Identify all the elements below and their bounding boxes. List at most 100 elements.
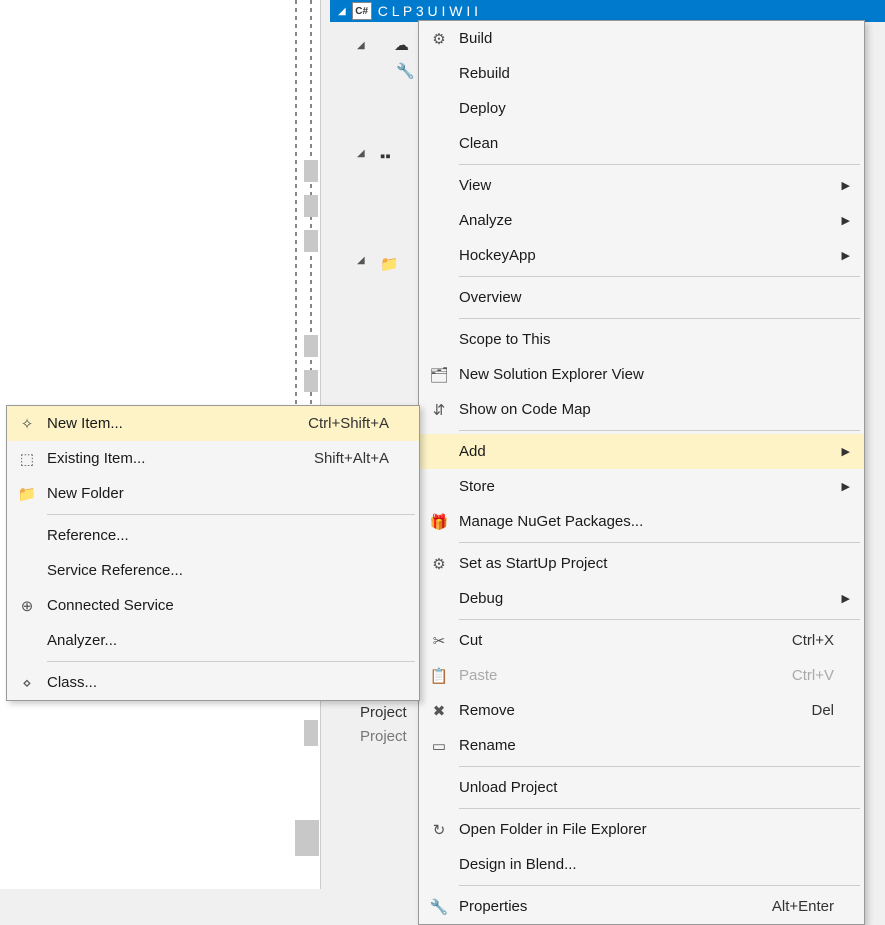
submenu-arrow-icon: ▶: [834, 480, 850, 493]
menu-separator: [459, 276, 860, 277]
menu-item[interactable]: ⋄Class...: [7, 665, 419, 700]
tree-decoration: [304, 195, 318, 217]
menu-item[interactable]: 🗂New Solution Explorer View: [419, 357, 864, 392]
menu-item[interactable]: Analyze▶: [419, 203, 864, 238]
menu-item[interactable]: ⚙Set as StartUp Project: [419, 546, 864, 581]
cut-icon: ✂: [419, 632, 459, 650]
submenu-arrow-icon: ▶: [834, 179, 850, 192]
tree-expander[interactable]: ◢: [357, 148, 365, 159]
menu-label: Connected Service: [47, 597, 389, 614]
expander-icon[interactable]: ◢: [338, 6, 346, 17]
menu-item[interactable]: Clean: [419, 126, 864, 161]
menu-item[interactable]: Unload Project: [419, 770, 864, 805]
menu-item[interactable]: ⬚Existing Item...Shift+Alt+A: [7, 441, 419, 476]
menu-item[interactable]: 📁New Folder: [7, 476, 419, 511]
menu-item[interactable]: ⇵Show on Code Map: [419, 392, 864, 427]
menu-shortcut: Del: [811, 702, 834, 719]
connected-service-icon: ⊕: [7, 597, 47, 615]
menu-separator: [459, 164, 860, 165]
menu-item[interactable]: Overview: [419, 280, 864, 315]
build-icon: ⚙: [419, 30, 459, 48]
menu-item[interactable]: Debug▶: [419, 581, 864, 616]
new-folder-icon: 📁: [7, 485, 47, 503]
menu-item[interactable]: View▶: [419, 168, 864, 203]
menu-shortcut: Alt+Enter: [772, 898, 834, 915]
menu-label: Rebuild: [459, 65, 834, 82]
open-folder-icon: ↻: [419, 821, 459, 839]
add-submenu: ✧New Item...Ctrl+Shift+A⬚Existing Item..…: [6, 405, 420, 701]
menu-item[interactable]: Store▶: [419, 469, 864, 504]
title-text: C L P 3 U I W I I: [378, 3, 478, 19]
menu-item[interactable]: Rebuild: [419, 56, 864, 91]
rename-icon: ▭: [419, 737, 459, 755]
menu-item[interactable]: Scope to This: [419, 322, 864, 357]
tree-expander[interactable]: ◢: [357, 40, 365, 51]
menu-label: Scope to This: [459, 331, 834, 348]
menu-separator: [459, 430, 860, 431]
gear-icon: ⚙: [419, 555, 459, 573]
menu-item[interactable]: 🔧Properties Alt+Enter: [419, 889, 864, 924]
menu-label: New Item...: [47, 415, 284, 432]
new-view-icon: 🗂: [419, 366, 459, 384]
menu-label: Debug: [459, 590, 834, 607]
menu-label: Properties: [459, 898, 748, 915]
paste-icon: 📋: [419, 667, 459, 685]
project-label-dim: Project: [360, 728, 407, 745]
menu-item[interactable]: Analyzer...: [7, 623, 419, 658]
reference-icon: ▪▪: [380, 148, 391, 165]
menu-item[interactable]: ✖Remove Del: [419, 693, 864, 728]
project-context-menu: ⚙BuildRebuildDeployCleanView▶Analyze▶Hoc…: [418, 20, 865, 925]
menu-item[interactable]: ✧New Item...Ctrl+Shift+A: [7, 406, 419, 441]
menu-item[interactable]: Add▶: [419, 434, 864, 469]
menu-separator: [459, 542, 860, 543]
menu-item[interactable]: ⚙Build: [419, 21, 864, 56]
menu-shortcut: Ctrl+V: [792, 667, 834, 684]
tree-decoration: [304, 720, 318, 746]
class-icon: ⋄: [7, 674, 47, 692]
menu-separator: [459, 808, 860, 809]
menu-label: View: [459, 177, 834, 194]
menu-separator: [47, 514, 415, 515]
menu-label: Analyze: [459, 212, 834, 229]
submenu-arrow-icon: ▶: [834, 249, 850, 262]
submenu-arrow-icon: ▶: [834, 214, 850, 227]
submenu-arrow-icon: ▶: [834, 445, 850, 458]
menu-label: Unload Project: [459, 779, 834, 796]
tree-expander[interactable]: ◢: [357, 255, 365, 266]
menu-shortcut: Ctrl+X: [792, 632, 834, 649]
menu-label: Remove: [459, 702, 787, 719]
codemap-icon: ⇵: [419, 401, 459, 419]
menu-label: Build: [459, 30, 834, 47]
existing-item-icon: ⬚: [7, 450, 47, 468]
remove-icon: ✖: [419, 702, 459, 720]
menu-item[interactable]: HockeyApp▶: [419, 238, 864, 273]
menu-item[interactable]: Service Reference...: [7, 553, 419, 588]
menu-label: Reference...: [47, 527, 389, 544]
tree-decoration: [304, 160, 318, 182]
menu-separator: [459, 619, 860, 620]
menu-item[interactable]: ⊕Connected Service: [7, 588, 419, 623]
cloud-icon: ☁: [394, 36, 409, 54]
wrench-icon: 🔧: [396, 62, 415, 80]
menu-item[interactable]: Deploy: [419, 91, 864, 126]
menu-label: Paste: [459, 667, 768, 684]
menu-separator: [459, 885, 860, 886]
submenu-arrow-icon: ▶: [834, 592, 850, 605]
menu-label: New Solution Explorer View: [459, 366, 834, 383]
menu-item[interactable]: Reference...: [7, 518, 419, 553]
menu-item[interactable]: ▭Rename: [419, 728, 864, 763]
menu-separator: [459, 766, 860, 767]
folder-icon: 📁: [380, 255, 399, 273]
tree-decoration: [304, 335, 318, 357]
project-label: Project: [360, 704, 407, 721]
menu-separator: [459, 318, 860, 319]
menu-item[interactable]: Design in Blend...: [419, 847, 864, 882]
menu-item[interactable]: ↻Open Folder in File Explorer: [419, 812, 864, 847]
tree-decoration: [295, 820, 319, 856]
menu-label: Open Folder in File Explorer: [459, 821, 834, 838]
menu-item[interactable]: 🎁Manage NuGet Packages...: [419, 504, 864, 539]
menu-item[interactable]: ✂CutCtrl+X: [419, 623, 864, 658]
menu-shortcut: Shift+Alt+A: [314, 450, 389, 467]
menu-label: Add: [459, 443, 834, 460]
wrench-icon: 🔧: [419, 898, 459, 916]
